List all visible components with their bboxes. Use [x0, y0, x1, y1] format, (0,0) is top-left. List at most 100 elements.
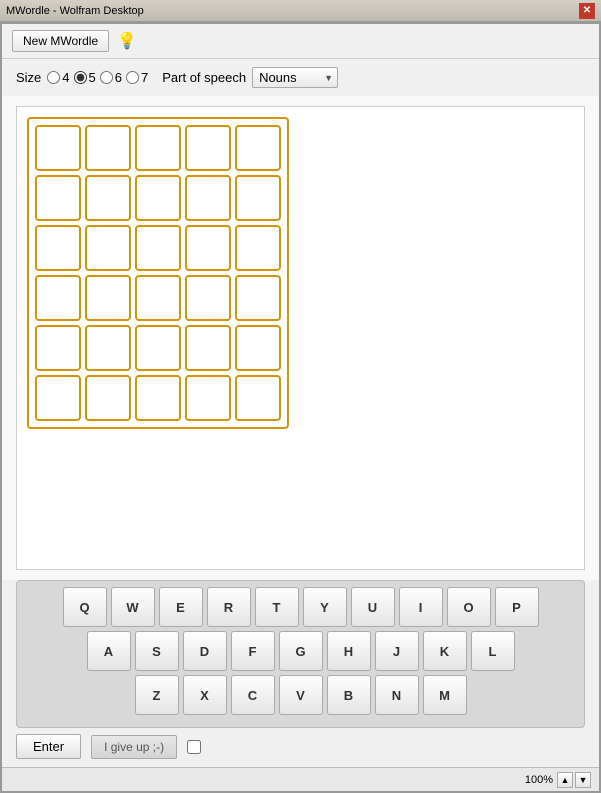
key-K[interactable]: K — [423, 631, 467, 671]
key-O[interactable]: O — [447, 587, 491, 627]
grid-cell-2-2 — [135, 225, 181, 271]
zoom-control: ▲ ▼ — [557, 772, 591, 788]
key-U[interactable]: U — [351, 587, 395, 627]
key-W[interactable]: W — [111, 587, 155, 627]
grid-cell-0-2 — [135, 125, 181, 171]
key-D[interactable]: D — [183, 631, 227, 671]
key-Q[interactable]: Q — [63, 587, 107, 627]
keyboard-row-2: ZXCVBNM — [31, 675, 570, 715]
grid-cell-1-2 — [135, 175, 181, 221]
grid-cell-0-0 — [35, 125, 81, 171]
key-spacer-2-0 — [87, 675, 131, 715]
key-Z[interactable]: Z — [135, 675, 179, 715]
grid-cell-0-3 — [185, 125, 231, 171]
size-label: Size — [16, 70, 41, 85]
key-E[interactable]: E — [159, 587, 203, 627]
grid-cell-2-3 — [185, 225, 231, 271]
title-bar: MWordle - Wolfram Desktop ✕ — [0, 0, 601, 22]
grid-cell-2-1 — [85, 225, 131, 271]
key-G[interactable]: G — [279, 631, 323, 671]
key-L[interactable]: L — [471, 631, 515, 671]
close-button[interactable]: ✕ — [579, 3, 595, 19]
grid-cell-5-2 — [135, 375, 181, 421]
new-mwordle-button[interactable]: New MWordle — [12, 30, 109, 52]
key-Y[interactable]: Y — [303, 587, 347, 627]
grid-cell-1-0 — [35, 175, 81, 221]
key-S[interactable]: S — [135, 631, 179, 671]
keyboard-row-1: ASDFGHJKL — [31, 631, 570, 671]
key-V[interactable]: V — [279, 675, 323, 715]
grid-cell-1-3 — [185, 175, 231, 221]
title-bar-text: MWordle - Wolfram Desktop — [6, 5, 144, 17]
grid-cell-4-3 — [185, 325, 231, 371]
size-label-6: 6 — [115, 70, 122, 85]
zoom-up-button[interactable]: ▲ — [557, 772, 573, 788]
give-up-button[interactable]: I give up ;-) — [91, 735, 177, 759]
key-A[interactable]: A — [87, 631, 131, 671]
grid-cell-4-1 — [85, 325, 131, 371]
key-H[interactable]: H — [327, 631, 371, 671]
toolbar: New MWordle 💡 — [2, 24, 599, 59]
size-option-6: 6 — [100, 70, 122, 85]
keyboard-section: QWERTYUIOPASDFGHJKLZXCVBNM — [16, 580, 585, 728]
grid-cell-3-3 — [185, 275, 231, 321]
key-spacer-2-8 — [471, 675, 515, 715]
game-content — [16, 106, 585, 570]
grid-cell-3-4 — [235, 275, 281, 321]
grid-cell-3-1 — [85, 275, 131, 321]
key-C[interactable]: C — [231, 675, 275, 715]
key-P[interactable]: P — [495, 587, 539, 627]
grid-cell-5-0 — [35, 375, 81, 421]
give-up-checkbox[interactable] — [187, 740, 201, 754]
grid-cell-5-1 — [85, 375, 131, 421]
zoom-down-button[interactable]: ▼ — [575, 772, 591, 788]
key-I[interactable]: I — [399, 587, 443, 627]
size-label-7: 7 — [141, 70, 148, 85]
part-of-speech-label: Part of speech — [162, 70, 246, 85]
pos-select-wrapper: Nouns Verbs Adjectives All — [252, 67, 338, 88]
enter-button[interactable]: Enter — [16, 734, 81, 759]
size-option-7: 7 — [126, 70, 148, 85]
grid-cell-1-4 — [235, 175, 281, 221]
key-M[interactable]: M — [423, 675, 467, 715]
size-radio-group: 4 5 6 7 — [47, 70, 148, 85]
size-radio-6[interactable] — [100, 71, 113, 84]
key-N[interactable]: N — [375, 675, 419, 715]
grid-cell-4-0 — [35, 325, 81, 371]
status-bar: 100% ▲ ▼ — [2, 767, 599, 791]
part-of-speech-select[interactable]: Nouns Verbs Adjectives All — [252, 67, 338, 88]
letter-grid — [27, 117, 289, 429]
key-R[interactable]: R — [207, 587, 251, 627]
controls-row: Size 4 5 6 7 Part of speech Nouns — [2, 59, 599, 96]
size-radio-7[interactable] — [126, 71, 139, 84]
grid-cell-4-2 — [135, 325, 181, 371]
main-window: New MWordle 💡 Size 4 5 6 7 Part of speec… — [0, 22, 601, 793]
grid-cell-4-4 — [235, 325, 281, 371]
size-radio-4[interactable] — [47, 71, 60, 84]
key-T[interactable]: T — [255, 587, 299, 627]
grid-cell-5-3 — [185, 375, 231, 421]
size-label-5: 5 — [89, 70, 96, 85]
keyboard-row-0: QWERTYUIOP — [31, 587, 570, 627]
grid-cell-1-1 — [85, 175, 131, 221]
grid-cell-2-4 — [235, 225, 281, 271]
grid-cell-5-4 — [235, 375, 281, 421]
zoom-level: 100% — [525, 774, 553, 786]
key-F[interactable]: F — [231, 631, 275, 671]
size-option-5: 5 — [74, 70, 96, 85]
size-option-4: 4 — [47, 70, 69, 85]
grid-cell-3-2 — [135, 275, 181, 321]
size-label-4: 4 — [62, 70, 69, 85]
grid-cell-0-1 — [85, 125, 131, 171]
grid-cell-0-4 — [235, 125, 281, 171]
size-radio-5[interactable] — [74, 71, 87, 84]
lightbulb-icon[interactable]: 💡 — [117, 31, 137, 51]
checkbox-wrapper — [187, 740, 201, 754]
key-J[interactable]: J — [375, 631, 419, 671]
bottom-controls: Enter I give up ;-) — [2, 728, 599, 767]
grid-cell-2-0 — [35, 225, 81, 271]
key-B[interactable]: B — [327, 675, 371, 715]
key-X[interactable]: X — [183, 675, 227, 715]
game-area — [2, 96, 599, 580]
grid-cell-3-0 — [35, 275, 81, 321]
